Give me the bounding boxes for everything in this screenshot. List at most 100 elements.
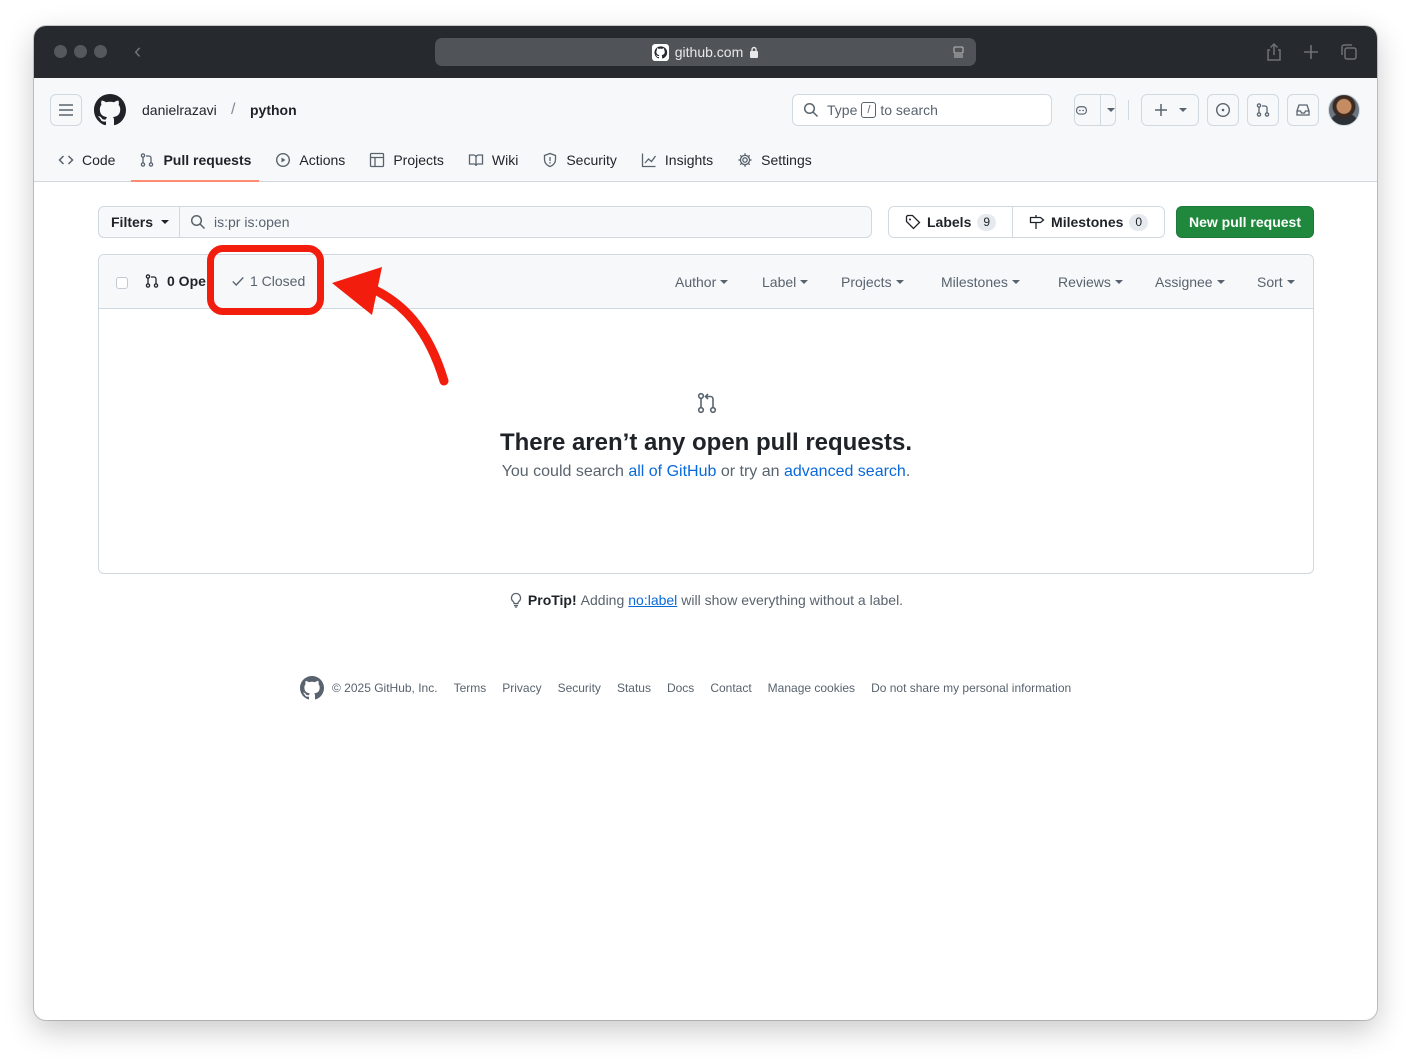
copilot-button[interactable] (1074, 94, 1116, 126)
filters-label: Filters (111, 214, 154, 230)
new-pull-request-button[interactable]: New pull request (1176, 206, 1314, 238)
search-placeholder-suffix: to search (880, 102, 938, 118)
milestone-icon (1029, 215, 1045, 229)
chevron-down-icon (1011, 280, 1020, 284)
annotation-arrow-icon (332, 267, 449, 386)
inbox-icon (1296, 104, 1310, 116)
book-icon (468, 154, 484, 167)
tab-insights[interactable]: Insights (633, 142, 721, 178)
search-shortcut-key: / (861, 102, 877, 118)
github-favicon-icon (651, 43, 669, 61)
label-filter[interactable]: Label (762, 274, 809, 290)
footer-link-contact[interactable]: Contact (710, 681, 751, 695)
avatar[interactable] (1328, 94, 1360, 126)
blankslate-text: or try an (720, 463, 780, 480)
tab-label: Wiki (491, 152, 519, 168)
search-icon (803, 102, 819, 118)
filter-label: Author (675, 274, 717, 290)
close-window-dot[interactable] (54, 45, 67, 58)
tab-overview-icon[interactable] (1339, 42, 1359, 62)
pr-search-query: is:pr is:open (214, 214, 290, 230)
repo-header: danielrazavi / python Type / to search C… (34, 78, 1377, 182)
plus-icon (1155, 104, 1167, 116)
filter-label: Sort (1257, 274, 1283, 290)
zoom-window-dot[interactable] (94, 45, 107, 58)
git-pull-request-icon (141, 153, 154, 167)
footer-link-security[interactable]: Security (558, 681, 601, 695)
search-input[interactable]: Type / to search (792, 94, 1052, 126)
git-pull-request-icon (145, 274, 159, 288)
blankslate-title: There aren’t any open pull requests. (499, 429, 913, 456)
create-new-button[interactable] (1141, 94, 1199, 126)
lock-icon (750, 46, 759, 58)
share-icon[interactable] (1264, 42, 1284, 62)
open-filter-link[interactable]: 0 Ope (144, 273, 206, 289)
labels-button[interactable]: Labels 9 (889, 207, 1013, 237)
filter-label: Label (762, 274, 797, 290)
projects-filter[interactable]: Projects (841, 274, 904, 290)
repo-name-link[interactable]: python (250, 101, 297, 119)
copilot-menu-caret[interactable] (1100, 95, 1115, 125)
chevron-down-icon (800, 280, 809, 284)
author-filter[interactable]: Author (675, 274, 729, 290)
tab-label: Pull requests (163, 152, 252, 168)
reviews-filter[interactable]: Reviews (1058, 274, 1123, 290)
tab-code[interactable]: Code (50, 142, 123, 178)
tab-security[interactable]: Security (534, 142, 625, 178)
back-arrow-icon[interactable]: ‹ (134, 40, 141, 62)
sort-filter[interactable]: Sort (1257, 274, 1295, 290)
footer-link-status[interactable]: Status (617, 681, 651, 695)
tab-settings[interactable]: Settings (729, 142, 820, 178)
new-tab-icon[interactable] (1301, 42, 1321, 62)
light-bulb-icon (510, 592, 522, 608)
footer-copyright: © 2025 GitHub, Inc. (332, 681, 438, 695)
github-logo-icon[interactable] (300, 676, 324, 700)
labels-milestones-group: Labels 9 Milestones 0 (888, 206, 1166, 238)
milestones-filter[interactable]: Milestones (941, 274, 1020, 290)
tab-label: Settings (761, 152, 812, 168)
repo-owner-link[interactable]: danielrazavi (142, 101, 217, 119)
footer-link-terms[interactable]: Terms (454, 681, 487, 695)
blankslate-text: You could search (501, 463, 624, 480)
tab-wiki[interactable]: Wiki (460, 142, 526, 178)
footer-link-do-not-share[interactable]: Do not share my personal information (871, 681, 1071, 695)
shield-icon (544, 152, 557, 168)
blankslate-description: You could search all of GitHub or try an… (99, 463, 1313, 481)
search-all-github-link[interactable]: all of GitHub (628, 463, 716, 480)
reader-mode-icon[interactable] (953, 46, 964, 58)
tab-actions[interactable]: Actions (267, 142, 353, 178)
browser-window: ‹ github.com danielrazavi / python Type … (34, 26, 1377, 1020)
annotation-highlight-box (207, 245, 324, 315)
play-icon (276, 152, 291, 168)
milestones-button[interactable]: Milestones 0 (1012, 207, 1165, 237)
github-logo-icon[interactable] (94, 94, 126, 126)
minimize-window-dot[interactable] (74, 45, 87, 58)
tab-pull-requests[interactable]: Pull requests (131, 142, 260, 182)
tab-label: Security (566, 152, 617, 168)
table-icon (370, 152, 385, 168)
git-pull-request-icon (697, 392, 717, 414)
footer-link-docs[interactable]: Docs (667, 681, 694, 695)
tab-projects[interactable]: Projects (361, 142, 452, 178)
search-icon (190, 214, 206, 230)
assignee-filter[interactable]: Assignee (1155, 274, 1225, 290)
footer-link-privacy[interactable]: Privacy (502, 681, 541, 695)
inbox-button[interactable] (1287, 94, 1319, 126)
filters-button[interactable]: Filters (98, 206, 179, 238)
hamburger-icon (59, 104, 73, 116)
pr-search-input[interactable]: is:pr is:open (179, 206, 872, 238)
no-label-link[interactable]: no:label (628, 592, 677, 608)
tab-label: Insights (664, 152, 714, 168)
header-divider (1128, 100, 1129, 120)
advanced-search-link[interactable]: advanced search (784, 463, 906, 480)
pull-requests-button[interactable] (1247, 94, 1279, 126)
select-all-checkbox[interactable] (116, 277, 128, 289)
issues-button[interactable] (1207, 94, 1239, 126)
address-bar[interactable]: github.com (435, 38, 976, 66)
code-icon (58, 155, 74, 165)
tag-icon (905, 214, 921, 230)
protip-text: Adding (580, 592, 625, 608)
git-pull-request-icon (1256, 103, 1270, 117)
footer-link-manage-cookies[interactable]: Manage cookies (768, 681, 855, 695)
global-menu-button[interactable] (50, 94, 82, 126)
